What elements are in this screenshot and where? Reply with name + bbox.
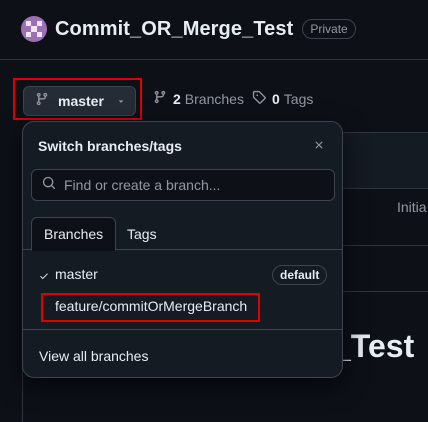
- search-icon: [42, 176, 56, 195]
- annotation-highlight-box: [41, 293, 260, 322]
- dropdown-tabs: Branches Tags: [23, 217, 342, 251]
- visibility-badge: Private: [302, 19, 356, 39]
- branch-item-master[interactable]: master default: [23, 259, 342, 289]
- repo-name-link[interactable]: Commit_OR_Merge_Test: [55, 18, 293, 41]
- commit-message-snippet: Initia: [397, 199, 427, 215]
- branches-link[interactable]: 2 Branches: [153, 90, 244, 107]
- branch-search-input[interactable]: [64, 177, 314, 193]
- tags-link[interactable]: 0 Tags: [252, 90, 313, 107]
- branches-label: Branches: [184, 90, 244, 107]
- annotation-highlight-box: [13, 78, 142, 120]
- repo-avatar-icon: [21, 16, 47, 42]
- divider: [23, 329, 342, 330]
- dropdown-title: Switch branches/tags: [38, 138, 182, 154]
- readme-title-snippet: _Test: [333, 328, 415, 364]
- tags-count: 0: [272, 90, 280, 107]
- tags-label: Tags: [283, 90, 314, 107]
- repo-header: Commit_OR_Merge_Test Private: [21, 14, 356, 44]
- tag-icon: [252, 90, 266, 107]
- git-branch-icon: [153, 90, 167, 107]
- close-icon[interactable]: [310, 136, 328, 154]
- view-all-branches-link[interactable]: View all branches: [39, 348, 148, 364]
- branch-search-field[interactable]: [31, 169, 335, 201]
- tab-tags[interactable]: Tags: [115, 217, 169, 250]
- branch-name: master: [55, 266, 98, 282]
- tab-branches[interactable]: Branches: [31, 217, 117, 251]
- header-divider: [0, 59, 428, 60]
- default-badge: default: [272, 265, 328, 285]
- branches-count: 2: [173, 90, 181, 107]
- branch-switcher-dropdown: Switch branches/tags Branches Tags maste…: [22, 121, 343, 378]
- check-icon: [39, 268, 49, 284]
